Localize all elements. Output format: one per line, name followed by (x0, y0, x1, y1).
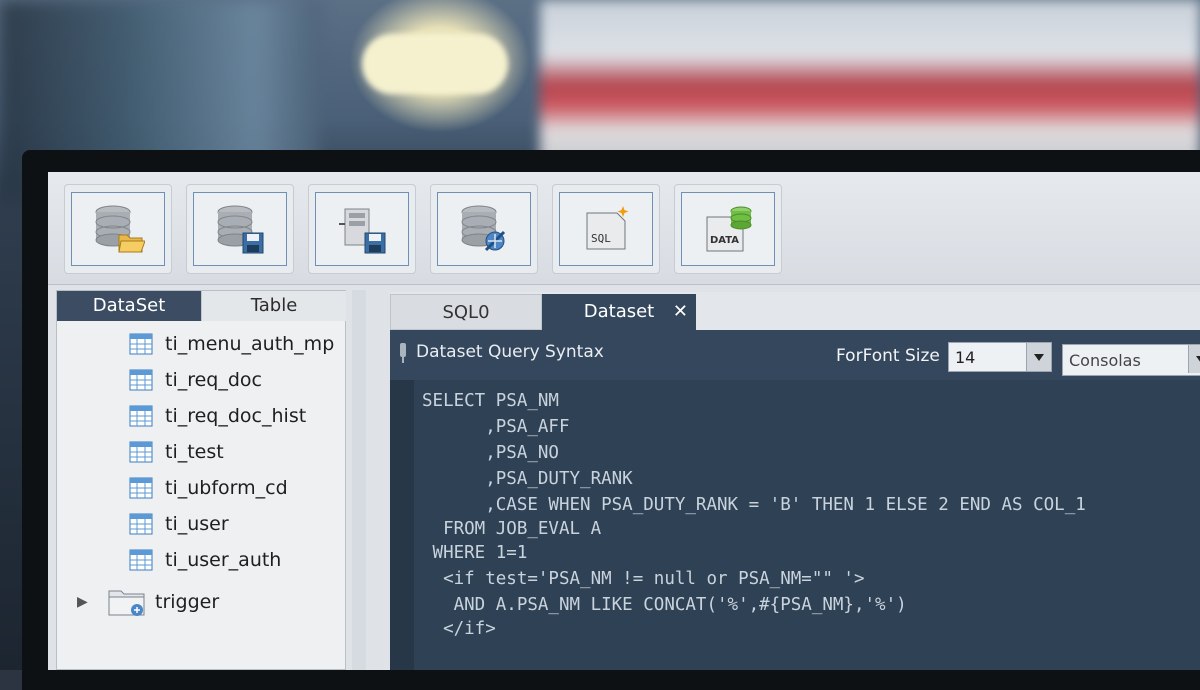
list-item-label: ti_user_auth (165, 549, 282, 571)
connect-database-button[interactable] (430, 184, 538, 274)
chevron-down-icon[interactable] (1188, 345, 1200, 373)
font-name-value: Consolas (1069, 351, 1141, 370)
editor-panel: SQL0 Dataset ✕ Dataset Query Syntax ForF… (390, 292, 1200, 670)
code-line: <if test='PSA_NM != null or PSA_NM="" '> (422, 569, 865, 589)
list-item[interactable]: ti_test (129, 437, 224, 467)
new-sql-button[interactable]: SQL (552, 184, 660, 274)
list-item[interactable]: ti_user (129, 509, 229, 539)
chevron-down-icon[interactable] (1026, 343, 1051, 371)
sql-new-icon: SQL (586, 206, 629, 250)
sql-icon-text: SQL (591, 232, 611, 245)
code-line: ,CASE WHEN PSA_DUTY_RANK = 'B' THEN 1 EL… (422, 495, 1086, 515)
font-size-label: ForFont Size (836, 346, 940, 366)
button-frame: SQL (559, 192, 653, 266)
line-gutter (390, 380, 414, 670)
code-line: </if> (422, 619, 496, 639)
list-item-label: ti_ubform_cd (165, 477, 288, 499)
data-button[interactable]: DATA (674, 184, 782, 274)
table-icon (129, 369, 153, 391)
table-icon (129, 333, 153, 355)
background-flag (540, 0, 1200, 170)
query-syntax-title: Dataset Query Syntax (416, 342, 604, 362)
folder-icon (108, 590, 145, 616)
table-icon (129, 441, 153, 463)
data-icon-text: DATA (710, 235, 739, 246)
button-frame (315, 192, 409, 266)
folder-label: trigger (155, 591, 220, 613)
code-line: ,PSA_NO (422, 443, 559, 463)
toolbar: SQL DATA (48, 172, 1200, 285)
code-editor[interactable]: SELECT PSA_NM ,PSA_AFF ,PSA_NO ,PSA_DUTY… (422, 388, 1200, 670)
table-icon (129, 405, 153, 427)
open-database-button[interactable] (64, 184, 172, 274)
list-item-label: ti_req_doc (165, 369, 263, 391)
list-item-label: ti_req_doc_hist (165, 405, 307, 427)
editor-header: Dataset Query Syntax ForFont Size 14 Con… (390, 330, 1200, 380)
font-size-value: 14 (955, 348, 976, 367)
database-connect-icon (461, 205, 506, 252)
tab-dataset-editor[interactable]: Dataset ✕ (542, 294, 696, 330)
button-frame (437, 192, 531, 266)
database-save-icon (217, 205, 264, 254)
tab-dataset[interactable]: DataSet (57, 291, 201, 321)
list-item-label: ti_user (165, 513, 229, 535)
folder-trigger[interactable]: ▶ trigger (77, 585, 219, 619)
expand-arrow-icon[interactable]: ▶ (77, 594, 107, 610)
dataset-tree-panel: DataSet Table ti_menu_auth_mp ti_req_doc… (56, 290, 346, 670)
list-item[interactable]: ti_req_doc (129, 365, 262, 395)
button-frame (193, 192, 287, 266)
list-item[interactable]: ti_ubform_cd (129, 473, 288, 503)
code-line: SELECT PSA_NM (422, 391, 559, 411)
table-icon (129, 549, 153, 571)
button-frame: DATA (681, 192, 775, 266)
database-open-icon (95, 205, 145, 253)
background-light (362, 34, 508, 94)
button-frame (71, 192, 165, 266)
server-save-icon (339, 208, 386, 254)
list-item[interactable]: ti_req_doc_hist (129, 401, 306, 431)
tab-table[interactable]: Table (201, 291, 346, 321)
code-line: ,PSA_AFF (422, 417, 570, 437)
tree-tabs: DataSet Table (57, 291, 346, 321)
list-item[interactable]: ti_menu_auth_mp (129, 329, 334, 359)
editor-tabs: SQL0 Dataset ✕ (390, 292, 1200, 330)
pin-icon (400, 343, 406, 363)
code-line: WHERE 1=1 (422, 543, 528, 563)
list-item-label: ti_test (165, 441, 224, 463)
font-size-select[interactable]: 14 (948, 342, 1052, 372)
table-icon (129, 513, 153, 535)
code-line: ,PSA_DUTY_RANK (422, 469, 633, 489)
tab-sql0[interactable]: SQL0 (390, 294, 542, 330)
app-window: SQL DATA DataSet Table ti_menu_auth_mp t… (48, 172, 1200, 670)
save-database-button[interactable] (186, 184, 294, 274)
close-icon[interactable]: ✕ (673, 294, 688, 330)
panel-splitter[interactable] (352, 290, 366, 670)
list-item[interactable]: ti_user_auth (129, 545, 281, 575)
data-db-icon: DATA (706, 206, 752, 252)
code-line: AND A.PSA_NM LIKE CONCAT('%',#{PSA_NM},'… (422, 595, 907, 615)
table-icon (129, 477, 153, 499)
font-name-select[interactable]: Consolas (1062, 344, 1200, 376)
editor-body: Dataset Query Syntax ForFont Size 14 Con… (390, 330, 1200, 670)
tab-label: Dataset (583, 301, 655, 322)
code-line: FROM JOB_EVAL A (422, 519, 602, 539)
save-server-button[interactable] (308, 184, 416, 274)
list-item-label: ti_menu_auth_mp (165, 333, 335, 355)
tab-label: SQL0 (442, 302, 490, 323)
